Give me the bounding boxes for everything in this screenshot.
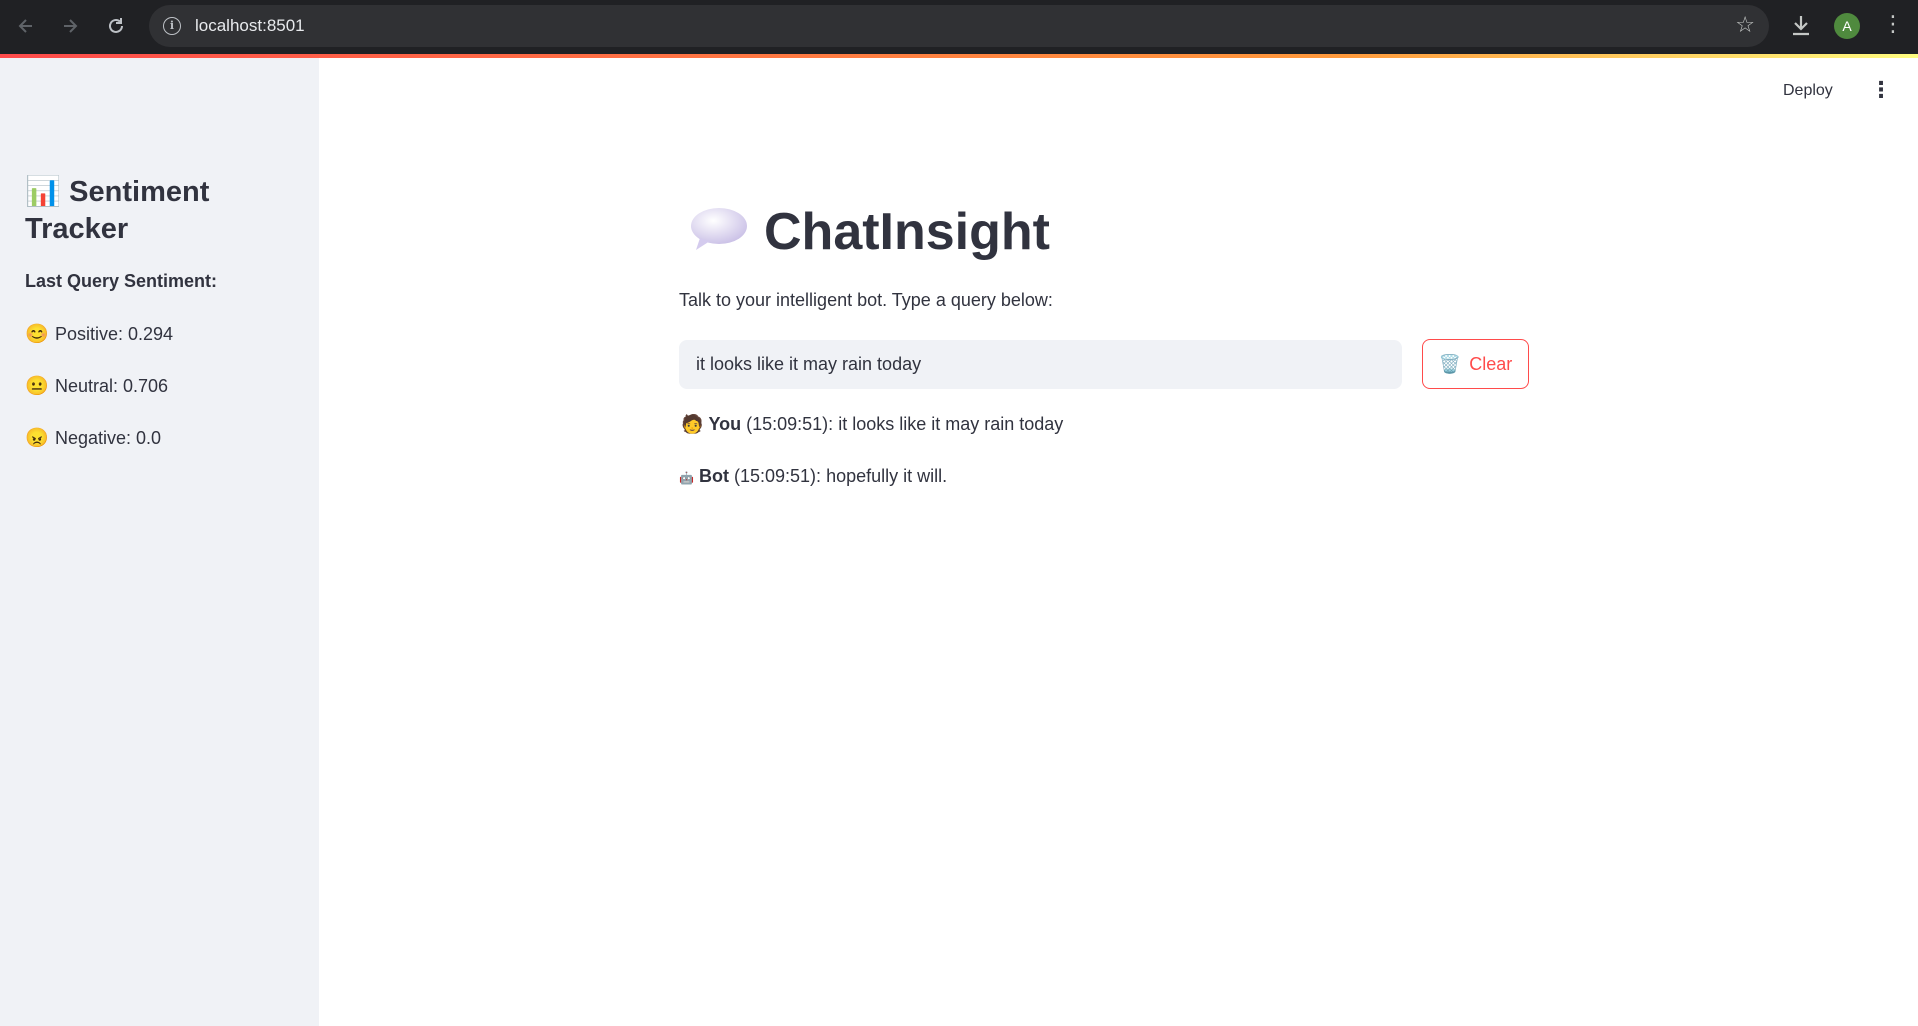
sentiment-negative-text: Negative: 0.0 <box>55 428 162 448</box>
page-title-text: ChatInsight <box>764 203 1050 261</box>
person-icon: 🧑 <box>681 414 704 434</box>
sidebar: 📊 Sentiment Tracker Last Query Sentiment… <box>0 58 319 1026</box>
message-text: it looks like it may rain today <box>838 414 1064 434</box>
sidebar-title: 📊 Sentiment Tracker <box>25 174 295 248</box>
star-icon[interactable]: ☆ <box>1735 13 1755 38</box>
info-icon[interactable]: i <box>163 17 181 35</box>
sentiment-neutral-text: Neutral: 0.706 <box>55 376 169 396</box>
forward-button[interactable] <box>56 12 84 40</box>
arrow-left-icon <box>18 19 32 33</box>
trash-icon: 🗑️ <box>1438 353 1462 374</box>
url-text[interactable]: localhost:8501 <box>195 16 305 36</box>
sentiment-positive-text: Positive: 0.294 <box>55 324 174 344</box>
message-time: (15:09:51): <box>733 466 822 486</box>
neutral-face-icon: 😐 <box>25 376 49 397</box>
arrow-right-icon <box>64 19 78 33</box>
address-bar[interactable]: i localhost:8501 ☆ <box>149 5 1769 47</box>
clear-button[interactable]: 🗑️ Clear <box>1422 339 1529 389</box>
message-sender: Bot <box>698 466 729 486</box>
vertical-dots-icon[interactable]: ⋮ <box>1882 12 1904 38</box>
avatar[interactable]: A <box>1834 13 1860 39</box>
sentiment-negative: 😠 Negative: 0.0 <box>25 426 161 450</box>
download-button[interactable] <box>1788 12 1814 40</box>
sentiment-neutral: 😐 Neutral: 0.706 <box>25 374 168 398</box>
bar-chart-icon: 📊 <box>25 176 62 208</box>
browser-toolbar: i localhost:8501 ☆ A ⋮ <box>0 0 1918 54</box>
smile-icon: 😊 <box>25 324 49 345</box>
angry-face-icon: 😠 <box>25 428 49 449</box>
vertical-dots-icon[interactable]: ⋮ <box>1870 80 1892 102</box>
sentiment-subtitle: Last Query Sentiment: <box>25 271 218 291</box>
chat-message-bot: 🤖 Bot (15:09:51): hopefully it will. <box>679 466 947 487</box>
sentiment-positive: 😊 Positive: 0.294 <box>25 322 173 346</box>
back-button[interactable] <box>12 12 40 40</box>
instruction-text: Talk to your intelligent bot. Type a que… <box>679 290 1053 310</box>
robot-icon: 🤖 <box>679 471 694 485</box>
reload-icon <box>109 18 123 33</box>
deploy-button[interactable]: Deploy <box>1783 82 1833 100</box>
message-sender: You <box>708 414 742 434</box>
page-title: ChatInsight <box>688 200 1050 264</box>
message-text: hopefully it will. <box>826 466 948 486</box>
chat-message-user: 🧑 You (15:09:51): it looks like it may r… <box>681 414 1063 435</box>
clear-button-label: Clear <box>1469 353 1513 374</box>
download-icon <box>1793 16 1809 36</box>
message-time: (15:09:51): <box>746 414 834 434</box>
reload-button[interactable] <box>102 12 130 40</box>
speech-bubble-icon <box>691 208 747 250</box>
query-input[interactable] <box>679 340 1402 389</box>
